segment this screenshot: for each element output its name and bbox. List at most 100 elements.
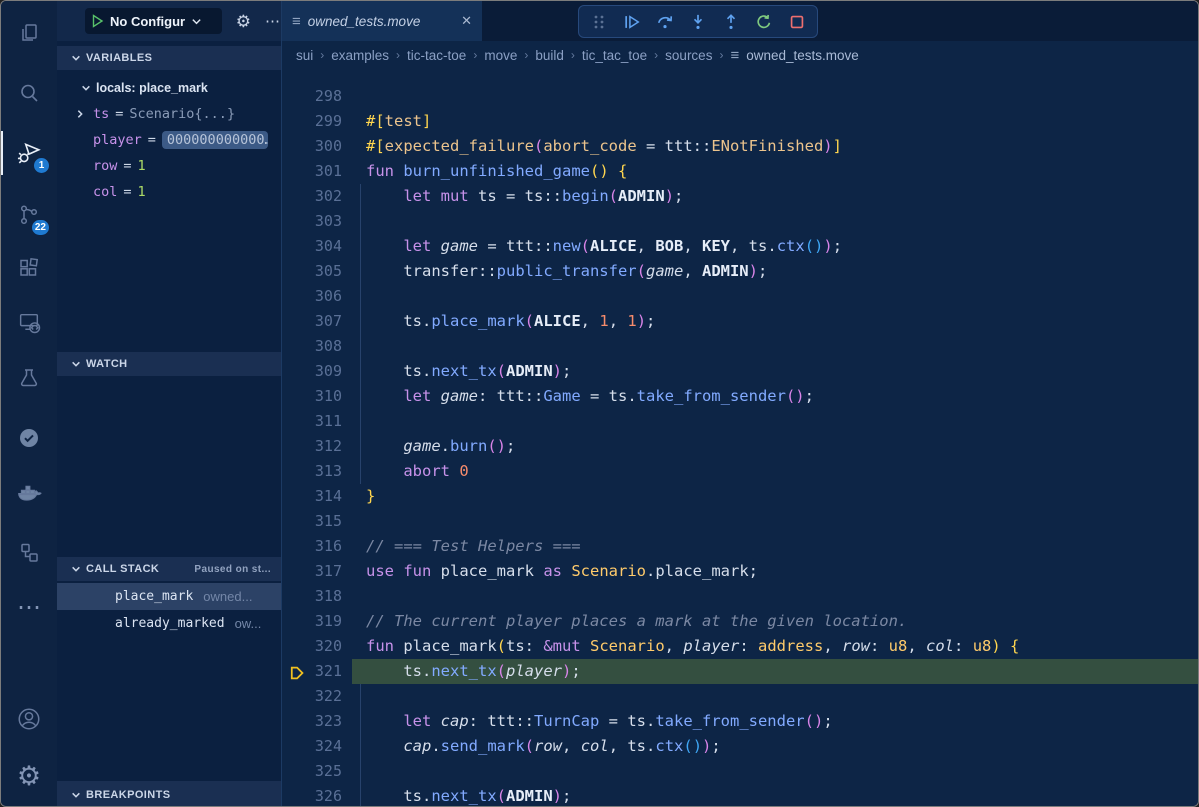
code-line[interactable]: 315 — [282, 509, 1198, 534]
debug-views-more-icon[interactable]: ⋯ — [265, 12, 281, 30]
code-line[interactable]: 326 ts.next_tx(ADMIN); — [282, 784, 1198, 807]
line-number[interactable]: 311 — [282, 409, 342, 434]
line-number[interactable]: 314 — [282, 484, 342, 509]
extensions-icon[interactable] — [1, 244, 57, 292]
code-line[interactable]: 309 ts.next_tx(ADMIN); — [282, 359, 1198, 384]
code-line[interactable]: 317use fun place_mark as Scenario.place_… — [282, 559, 1198, 584]
call-stack-frame[interactable]: place_markowned... — [57, 583, 281, 610]
code-line[interactable]: 299#[test] — [282, 109, 1198, 134]
code-line[interactable]: 314} — [282, 484, 1198, 509]
line-number[interactable]: 302 — [282, 184, 342, 209]
stop-button[interactable] — [785, 10, 809, 34]
breadcrumb-item[interactable]: build — [535, 48, 564, 63]
code-line[interactable]: 308 — [282, 334, 1198, 359]
line-number[interactable]: 307 — [282, 309, 342, 334]
remote-explorer-icon[interactable] — [1, 298, 57, 346]
step-into-button[interactable] — [686, 10, 710, 34]
code-line[interactable]: 318 — [282, 584, 1198, 609]
search-icon[interactable] — [1, 69, 57, 117]
line-number[interactable]: 317 — [282, 559, 342, 584]
line-number[interactable]: 298 — [282, 84, 342, 109]
code-line[interactable]: 324 cap.send_mark(row, col, ts.ctx()); — [282, 734, 1198, 759]
drag-handle-icon[interactable] — [587, 10, 611, 34]
code-line[interactable]: 301fun burn_unfinished_game() { — [282, 159, 1198, 184]
code-line[interactable]: 311 — [282, 409, 1198, 434]
breakpoints-section-header[interactable]: BREAKPOINTS — [57, 781, 281, 807]
chevron-right-icon[interactable] — [75, 109, 91, 119]
code-line[interactable]: 325 — [282, 759, 1198, 784]
code-line[interactable]: 320fun place_mark(ts: &mut Scenario, pla… — [282, 634, 1198, 659]
source-control-icon[interactable]: 22 — [1, 191, 57, 239]
check-circle-icon[interactable] — [1, 414, 57, 462]
breadcrumb-item[interactable]: move — [484, 48, 517, 63]
launch-config-dropdown[interactable]: No Configur — [85, 8, 222, 34]
code-line[interactable]: 310 let game: ttt::Game = ts.take_from_s… — [282, 384, 1198, 409]
line-number[interactable]: 319 — [282, 609, 342, 634]
line-number[interactable]: 300 — [282, 134, 342, 159]
breadcrumb-item[interactable]: owned_tests.move — [746, 48, 859, 63]
line-number[interactable]: 325 — [282, 759, 342, 784]
code-line[interactable]: 313 abort 0 — [282, 459, 1198, 484]
code-line[interactable]: 322 — [282, 684, 1198, 709]
line-number[interactable]: 303 — [282, 209, 342, 234]
code-line[interactable]: 321 ts.next_tx(player); — [282, 659, 1198, 684]
tab-close-icon[interactable]: ✕ — [461, 13, 472, 29]
code-line[interactable]: 303 — [282, 209, 1198, 234]
more-tools-icon[interactable]: ⋯ — [1, 584, 57, 632]
start-debug-icon[interactable] — [91, 14, 104, 28]
code-line[interactable]: 307 ts.place_mark(ALICE, 1, 1); — [282, 309, 1198, 334]
variable-row[interactable]: row=1 — [57, 153, 281, 179]
line-number[interactable]: 299 — [282, 109, 342, 134]
breadcrumb-item[interactable]: examples — [331, 48, 389, 63]
variable-row[interactable]: ts=Scenario{...} — [57, 101, 281, 127]
variables-section-header[interactable]: VARIABLES — [57, 46, 281, 70]
run-and-debug-icon[interactable]: 1 — [1, 129, 57, 177]
code-line[interactable]: 305 transfer::public_transfer(game, ADMI… — [282, 259, 1198, 284]
breadcrumb-item[interactable]: sui — [296, 48, 313, 63]
step-out-button[interactable] — [719, 10, 743, 34]
containers-icon[interactable] — [1, 528, 57, 576]
line-number[interactable]: 310 — [282, 384, 342, 409]
line-number[interactable]: 309 — [282, 359, 342, 384]
settings-gear-icon[interactable]: ⚙ — [1, 752, 57, 800]
line-number[interactable]: 323 — [282, 709, 342, 734]
code-line[interactable]: 298 — [282, 84, 1198, 109]
restart-button[interactable] — [752, 10, 776, 34]
code-line[interactable]: 319// The current player places a mark a… — [282, 609, 1198, 634]
tab-owned-tests[interactable]: ≡ owned_tests.move ✕ — [282, 1, 482, 41]
debug-settings-gear-icon[interactable]: ⚙ — [236, 13, 251, 30]
docker-icon[interactable] — [1, 469, 57, 517]
call-stack-frame[interactable]: already_markedow... — [57, 610, 281, 637]
line-number[interactable]: 318 — [282, 584, 342, 609]
line-number[interactable]: 316 — [282, 534, 342, 559]
continue-button[interactable] — [620, 10, 644, 34]
account-icon[interactable] — [1, 695, 57, 743]
watch-section-header[interactable]: WATCH — [57, 352, 281, 376]
breadcrumb-item[interactable]: sources — [665, 48, 712, 63]
testing-beaker-icon[interactable] — [1, 354, 57, 402]
explorer-icon[interactable] — [1, 9, 57, 57]
line-number[interactable]: 306 — [282, 284, 342, 309]
code-line[interactable]: 302 let mut ts = ts::begin(ADMIN); — [282, 184, 1198, 209]
line-number[interactable]: 301 — [282, 159, 342, 184]
variable-row[interactable]: player=000000000000… — [57, 127, 281, 153]
breadcrumb-item[interactable]: tic-tac-toe — [407, 48, 466, 63]
code-line[interactable]: 306 — [282, 284, 1198, 309]
line-number[interactable]: 312 — [282, 434, 342, 459]
line-number[interactable]: 313 — [282, 459, 342, 484]
variables-scope[interactable]: locals: place_mark — [57, 75, 281, 101]
line-number[interactable]: 320 — [282, 634, 342, 659]
code-line[interactable]: 312 game.burn(); — [282, 434, 1198, 459]
line-number[interactable]: 308 — [282, 334, 342, 359]
code-line[interactable]: 323 let cap: ttt::TurnCap = ts.take_from… — [282, 709, 1198, 734]
code-line[interactable]: 300#[expected_failure(abort_code = ttt::… — [282, 134, 1198, 159]
step-over-button[interactable] — [653, 10, 677, 34]
variable-row[interactable]: col=1 — [57, 179, 281, 205]
call-stack-section-header[interactable]: CALL STACK Paused on st... — [57, 557, 281, 581]
line-number[interactable]: 315 — [282, 509, 342, 534]
line-number[interactable]: 324 — [282, 734, 342, 759]
breadcrumb-item[interactable]: tic_tac_toe — [582, 48, 647, 63]
code-line[interactable]: 304 let game = ttt::new(ALICE, BOB, KEY,… — [282, 234, 1198, 259]
line-number[interactable]: 305 — [282, 259, 342, 284]
code-area[interactable]: 298299#[test]300#[expected_failure(abort… — [282, 69, 1198, 807]
